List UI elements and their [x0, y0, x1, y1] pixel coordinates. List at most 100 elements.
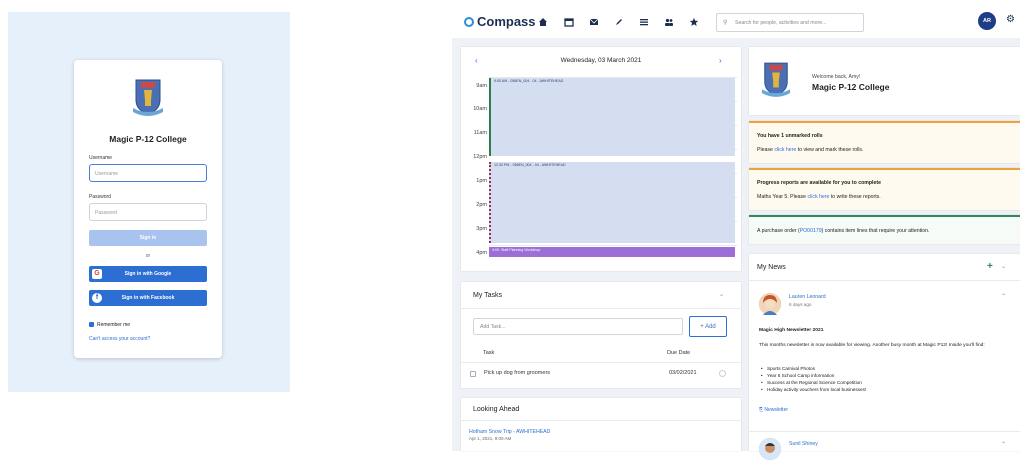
facebook-sign-in-button[interactable]: f Sign in with Facebook: [89, 290, 207, 306]
alert-progress-reports: Progress reports are available for you t…: [749, 168, 1020, 210]
pencil-icon[interactable]: [614, 17, 624, 27]
hour-label: 11am: [473, 130, 487, 136]
alert-link[interactable]: click here: [774, 147, 796, 153]
hour-label: 3pm: [476, 226, 487, 232]
task-column-header: Task: [483, 350, 495, 356]
news-author[interactable]: Lauren Leonard: [789, 294, 826, 300]
cant-access-account-link[interactable]: Can't access your account?: [89, 336, 150, 342]
compass-icon: [464, 16, 474, 27]
looking-ahead-item-title[interactable]: Hotham Snow Trip - AWHITEHEAD: [469, 429, 550, 435]
task-checkbox[interactable]: [470, 371, 476, 377]
star-icon[interactable]: [689, 17, 699, 27]
checkbox-icon[interactable]: [89, 322, 94, 328]
google-sign-in-label: Sign in with Google: [124, 271, 172, 277]
global-search-input[interactable]: ⚲ Search for people, activities and more…: [716, 13, 864, 32]
add-task-button[interactable]: + Add: [689, 316, 727, 337]
alert-title: Progress reports are available for you t…: [757, 180, 881, 186]
task-due-date: 03/02/2021: [669, 370, 697, 376]
google-sign-in-button[interactable]: G Sign in with Google: [89, 266, 207, 282]
list-icon[interactable]: [639, 17, 649, 27]
people-icon[interactable]: [664, 17, 674, 27]
my-tasks-title: My Tasks: [473, 292, 503, 299]
user-avatar[interactable]: AR: [978, 12, 996, 30]
sign-in-button[interactable]: Sign in: [89, 230, 207, 246]
calendar-date: Wednesday, 03 March 2021: [560, 57, 642, 64]
my-tasks-card: My Tasks ⌄ Add Task... + Add Task Due Da…: [461, 282, 741, 388]
hour-label: 12pm: [473, 154, 487, 160]
hour-label: 2pm: [476, 202, 487, 208]
calendar-event[interactable]: 12:30 PM - 056EN_004 - 04 - AWHITEHEAD: [489, 162, 735, 243]
divider: [461, 308, 741, 309]
welcome-school-name: Magic P-12 College: [812, 82, 890, 92]
hour-label: 10am: [473, 106, 487, 112]
alert-title: You have 1 unmarked rolls: [757, 133, 823, 139]
search-icon: ⚲: [723, 20, 728, 26]
compass-logo[interactable]: Compass: [464, 14, 536, 29]
divider: [461, 420, 741, 421]
my-news-card: My News + ⌄ Lauren Leonard 6 days ago ⌄ …: [749, 254, 1020, 460]
due-date-column-header: Due Date: [667, 350, 691, 356]
school-crest-logo: [761, 62, 791, 97]
password-field[interactable]: Password: [89, 203, 207, 221]
task-status-icon[interactable]: [719, 370, 726, 377]
app-name: Compass: [477, 14, 536, 29]
add-news-plus-icon[interactable]: +: [987, 261, 993, 272]
news-bullet: Success at the Regional Science Competit…: [761, 380, 862, 385]
alert-message: Please click here to view and mark these…: [757, 147, 864, 153]
news-item: Sunil Shiney ⌄: [749, 431, 1020, 460]
calendar-event[interactable]: 4:00: Staff Planning Workshop: [489, 247, 735, 257]
username-field[interactable]: Username: [89, 164, 207, 182]
settings-gear-icon[interactable]: ⚙: [1006, 14, 1015, 25]
hour-label: 4pm: [476, 250, 487, 256]
login-school-name: Magic P-12 College: [109, 134, 187, 144]
my-news-title: My News: [757, 264, 786, 271]
alert-message: A purchase order (PO00179) contains item…: [757, 228, 930, 234]
add-task-input[interactable]: Add Task...: [473, 318, 683, 335]
news-author[interactable]: Sunil Shiney: [789, 441, 818, 447]
alert-link[interactable]: click here: [807, 194, 829, 200]
news-options-chevron-icon[interactable]: ⌄: [1001, 290, 1006, 297]
facebook-icon: f: [92, 293, 102, 303]
alert-message: Maths Year 5. Please click here to write…: [757, 194, 881, 200]
search-placeholder: Search for people, activities and more..…: [735, 20, 827, 26]
calendar-event[interactable]: 9:00 AM - 056EN_004 - 04 - AWHITEHEAD: [489, 78, 735, 156]
mail-icon[interactable]: [589, 17, 599, 27]
password-label: Password: [89, 194, 111, 200]
news-options-chevron-icon[interactable]: ⌄: [1001, 438, 1006, 445]
hour-label: 1pm: [476, 178, 487, 184]
or-divider: or: [145, 253, 151, 259]
alert-unmarked-rolls: You have 1 unmarked rolls Please click h…: [749, 121, 1020, 163]
looking-ahead-item-time: Apr 1, 2021, 9:00 AM: [469, 436, 512, 441]
news-attachment-link[interactable]: ⎘ Newsletter: [759, 407, 788, 413]
news-bullet: Holiday activity vouchers from local bus…: [761, 387, 866, 392]
home-icon[interactable]: [538, 17, 548, 27]
author-avatar[interactable]: [759, 438, 781, 460]
remember-me-label: Remember me: [97, 322, 131, 328]
facebook-sign-in-label: Sign in with Facebook: [121, 295, 175, 301]
looking-ahead-title: Looking Ahead: [473, 406, 520, 413]
collapse-chevron-icon[interactable]: ⌄: [719, 291, 724, 298]
calendar-prev-arrow-icon[interactable]: ‹: [475, 47, 478, 75]
looking-ahead-card: Looking Ahead Hotham Snow Trip - AWHITEH…: [461, 398, 741, 451]
school-crest-logo: [133, 79, 163, 116]
calendar-next-arrow-icon[interactable]: ›: [719, 47, 722, 75]
news-bullet: Sports Carnival Photos: [761, 366, 815, 371]
news-headline: Magic High Newsletter 2021: [759, 328, 824, 333]
news-time: 6 days ago: [789, 302, 812, 307]
login-card: Magic P-12 College Username Username Pas…: [74, 60, 222, 358]
collapse-chevron-icon[interactable]: ⌄: [1001, 263, 1006, 270]
news-bullet: Year 6 School Camp information: [761, 373, 834, 378]
author-avatar[interactable]: [759, 293, 781, 315]
alert-purchase-order: A purchase order (PO00179) contains item…: [749, 215, 1020, 244]
alert-link[interactable]: PO00179: [800, 228, 822, 234]
username-label: Username: [89, 155, 113, 161]
news-item: Lauren Leonard 6 days ago ⌄ Magic High N…: [749, 280, 1020, 423]
calendar-icon[interactable]: [564, 17, 574, 27]
task-row[interactable]: Pick up dog from groomers 03/02/2021: [461, 362, 741, 384]
task-name: Pick up dog from groomers: [484, 370, 551, 376]
remember-me-checkbox[interactable]: Remember me: [89, 322, 130, 328]
welcome-card: Welcome back, Amy! Magic P-12 College: [749, 47, 1020, 115]
calendar-card: Wednesday, 03 March 2021 ‹ › 9am 10am 11…: [461, 47, 741, 271]
hour-gridline: [489, 245, 737, 246]
hour-label: 9am: [476, 83, 487, 89]
